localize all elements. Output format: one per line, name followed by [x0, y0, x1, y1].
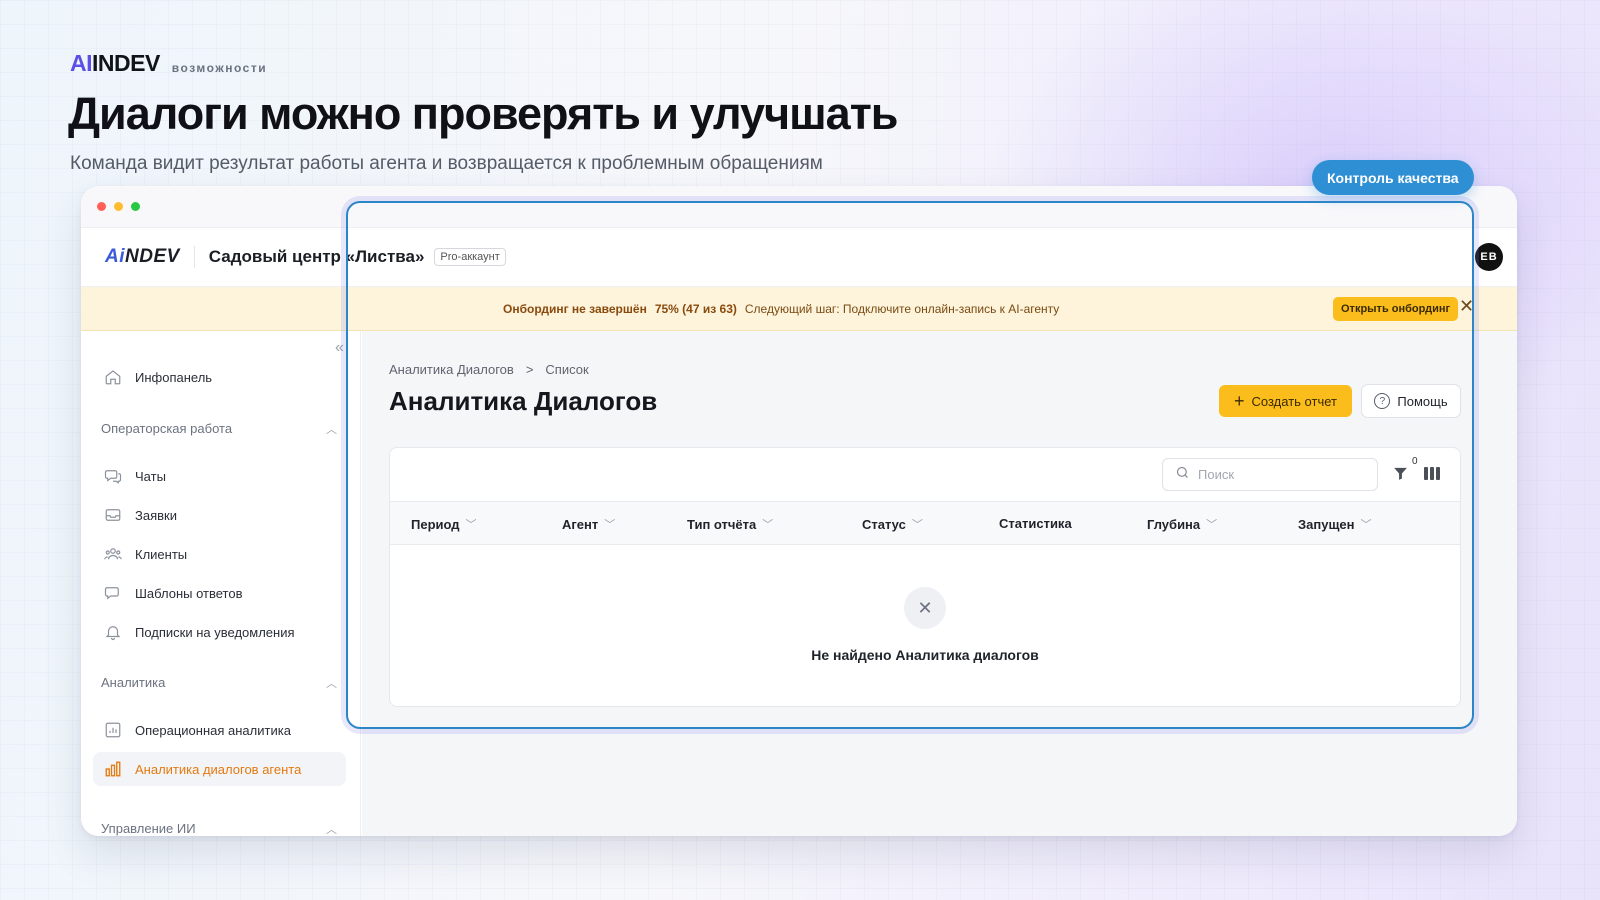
sidebar-item-operational-analytics[interactable]: Операционная аналитика [93, 713, 346, 747]
bar-chart-icon [103, 759, 123, 779]
sidebar-item-label: Аналитика диалогов агента [135, 761, 302, 777]
sidebar-item-label: Заявки [135, 507, 177, 523]
users-icon [103, 544, 123, 564]
sidebar: « Инфопанель Операторская работа ︿ Чаты З… [81, 331, 361, 836]
brand-row: AIINDEV возможности [70, 50, 267, 77]
sidebar-item-requests[interactable]: Заявки [93, 498, 346, 532]
sidebar-item-label: Подписки на уведомления [135, 624, 295, 640]
bell-icon [103, 622, 123, 642]
highlight-frame [346, 201, 1474, 729]
chevron-up-icon: ︿ [326, 824, 337, 836]
chevron-up-icon: ︿ [326, 678, 337, 690]
window-maximize-dot[interactable] [131, 202, 140, 211]
sidebar-section-analytics[interactable]: Аналитика ︿ [101, 675, 337, 691]
chart-icon [103, 720, 123, 740]
sidebar-item-label: Шаблоны ответов [135, 585, 243, 601]
window-minimize-dot[interactable] [114, 202, 123, 211]
sidebar-item-clients[interactable]: Клиенты [93, 537, 346, 571]
inbox-icon [103, 505, 123, 525]
collapse-sidebar-icon[interactable]: « [335, 339, 344, 357]
sidebar-item-label: Инфопанель [135, 369, 213, 385]
sidebar-item-templates[interactable]: Шаблоны ответов [93, 576, 346, 610]
message-template-icon [103, 583, 123, 603]
hero-title: Диалоги можно проверять и улучшать [68, 88, 898, 139]
sidebar-section-ai-management[interactable]: Управление ИИ ︿ [101, 821, 337, 836]
avatar[interactable]: EB [1475, 243, 1503, 271]
sidebar-item-dashboard[interactable]: Инфопанель [93, 360, 346, 394]
sidebar-section-operator[interactable]: Операторская работа ︿ [101, 421, 337, 437]
sidebar-item-label: Клиенты [135, 546, 188, 562]
hero-subtitle: Команда видит результат работы агента и … [70, 153, 823, 174]
window-close-dot[interactable] [97, 202, 106, 211]
chat-icon [103, 466, 123, 486]
quality-control-badge: Контроль качества [1312, 160, 1474, 195]
brand-tag: возможности [171, 61, 268, 75]
sidebar-item-label: Операционная аналитика [135, 722, 291, 738]
sidebar-item-chats[interactable]: Чаты [93, 459, 346, 493]
brand-logo: AIINDEV [70, 50, 160, 76]
home-icon [103, 367, 123, 387]
sidebar-item-dialog-analytics[interactable]: Аналитика диалогов агента [93, 752, 346, 786]
chevron-up-icon: ︿ [326, 424, 337, 436]
sidebar-item-label: Чаты [135, 468, 166, 484]
sidebar-item-subscriptions[interactable]: Подписки на уведомления [93, 615, 346, 649]
app-logo[interactable]: AiNDEV [105, 246, 195, 268]
